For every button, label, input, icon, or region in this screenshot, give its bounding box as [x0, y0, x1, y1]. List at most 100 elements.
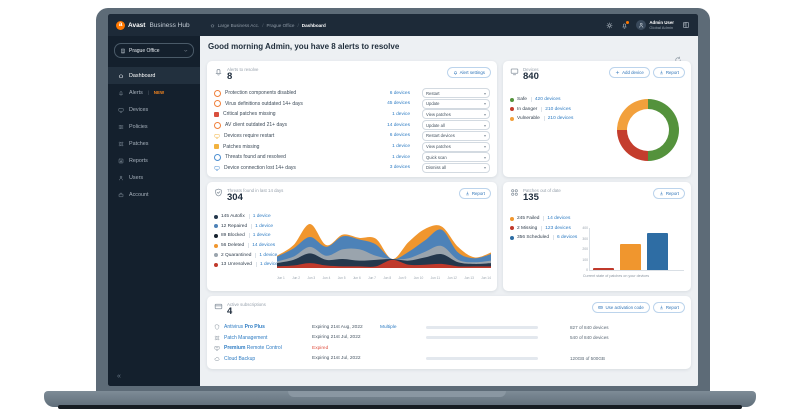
report-button[interactable]: Report	[458, 188, 491, 199]
alert-label: Critical patches missing	[223, 111, 276, 118]
card-title: Active subscriptions	[227, 302, 266, 307]
sidebar-item-policies[interactable]: Policies	[108, 118, 200, 135]
legend-devices-link[interactable]: 210 devices	[543, 116, 573, 122]
legend-devices-link[interactable]: 420 devices	[530, 97, 560, 103]
legend-devices-link[interactable]: 14 devices	[248, 243, 275, 249]
alert-devices-link[interactable]: 6 devices	[362, 91, 410, 96]
sidebar-item-patches[interactable]: Patches	[108, 135, 200, 152]
legend-devices-link[interactable]: 1 device	[255, 252, 277, 258]
subscription-name-link[interactable]: Premium Remote Control	[224, 345, 308, 351]
topbar-actions: Admin User Global Admin	[606, 20, 690, 30]
add-device-button[interactable]: Add device	[609, 67, 650, 78]
gear-icon[interactable]	[606, 22, 613, 29]
laptop-base-notch	[288, 391, 506, 397]
x-axis-label: Jun 8	[383, 276, 392, 280]
sidebar-item-label: Alerts	[129, 89, 143, 96]
bell-icon	[453, 70, 458, 75]
alert-devices-link[interactable]: 1 device	[362, 112, 410, 117]
alert-action-select[interactable]: View patches ▾	[422, 141, 490, 152]
legend-item: 356 Scheduled 6 devices	[510, 233, 577, 243]
sidebar-item-label: Reports	[129, 157, 148, 164]
legend-devices-link[interactable]: 210 devices	[541, 106, 571, 112]
legend-item: 245 Failed 14 devices	[510, 214, 577, 224]
notifications-bell-icon[interactable]	[621, 20, 630, 29]
breadcrumb-item[interactable]: Prague Office	[266, 23, 294, 28]
x-axis-label: Jun 9	[398, 276, 407, 280]
x-axis-label: Jun 11	[430, 276, 440, 280]
alert-devices-link[interactable]: 6 devices	[362, 133, 410, 138]
alert-devices-link[interactable]: 3 devices	[362, 165, 410, 170]
breadcrumb-item[interactable]: Dashboard	[302, 23, 326, 28]
user-menu[interactable]: Admin User Global Admin	[636, 20, 674, 30]
legend-item: Vulnerable 210 devices	[510, 114, 573, 124]
subscription-icon	[214, 324, 220, 330]
legend-item: 89 Blocked 1 device	[214, 231, 278, 241]
alert-action-select[interactable]: Update ▾	[422, 98, 490, 109]
bell-icon	[214, 67, 223, 76]
x-axis-label: Jun 13	[464, 276, 474, 280]
legend-dot	[510, 216, 514, 221]
subscriptions-card: Active subscriptions 4 Use activation co…	[207, 296, 691, 369]
building-icon	[120, 48, 126, 54]
sidebar-collapse-button[interactable]: «	[117, 373, 121, 380]
y-axis-tick: 200	[582, 247, 588, 251]
threats-card: Threats found in last 14 days 304 Report…	[207, 182, 497, 291]
alert-action-select[interactable]: Dismiss all ▾	[422, 162, 490, 173]
report-button[interactable]: Report	[652, 302, 685, 313]
breadcrumb-separator: /	[297, 22, 299, 28]
legend-devices-link[interactable]: 6 devices	[553, 235, 577, 241]
usage-progress-bar	[426, 336, 538, 340]
alert-row: Patches missing 1 device View patches ▾	[214, 141, 490, 152]
patches-count: 135	[523, 192, 539, 203]
sidebar-item-users[interactable]: Users	[108, 169, 200, 186]
use-activation-code-button[interactable]: Use activation code	[592, 302, 650, 313]
report-button[interactable]: Report	[652, 188, 685, 199]
chevron-down-icon	[183, 48, 189, 54]
avast-logo[interactable]: a Avast Business Hub	[116, 20, 190, 30]
sidebar-item-alerts[interactable]: Alerts | NEW	[108, 84, 200, 101]
legend-devices-link[interactable]: 14 devices	[543, 216, 570, 222]
legend-devices-link[interactable]: 1 device	[251, 223, 273, 229]
sidebar-item-dashboard[interactable]: Dashboard	[108, 67, 200, 84]
alert-status-icon	[214, 111, 219, 117]
x-axis-label: Jun 4	[322, 276, 331, 280]
report-button[interactable]: Report	[652, 67, 685, 78]
x-axis-label: Jun 10	[413, 276, 424, 280]
org-selector[interactable]: Prague Office	[114, 43, 194, 58]
alert-devices-link[interactable]: 14 devices	[362, 123, 410, 128]
app-switcher-icon[interactable]	[682, 21, 690, 29]
breadcrumb-item[interactable]: Large Business Acc.	[218, 23, 260, 28]
subscription-name-link[interactable]: Antivirus Pro Plus	[224, 324, 308, 330]
avast-logo-icon: a	[116, 20, 125, 30]
alert-settings-button[interactable]: Alert settings	[446, 67, 491, 78]
subscription-name-link[interactable]: Patch Management	[224, 335, 308, 341]
alert-devices-link[interactable]: 45 devices	[362, 101, 410, 106]
alert-action-select[interactable]: Update all ▾	[422, 120, 490, 131]
alert-action-select[interactable]: Quick scan ▾	[422, 152, 490, 163]
alert-devices-link[interactable]: 1 device	[362, 144, 410, 149]
sidebar-item-account[interactable]: Account	[108, 186, 200, 203]
alert-row: Threats found and resolved 1 device Quick …	[214, 152, 490, 163]
subscription-name-link[interactable]: Cloud Backup	[224, 356, 308, 362]
breadcrumb-separator: /	[262, 22, 264, 28]
alert-action-select[interactable]: Restart ▾	[422, 88, 490, 98]
patches-card: Patches out of date 135 Report 245 Faile…	[503, 182, 691, 291]
sidebar-item-devices[interactable]: Devices	[108, 101, 200, 118]
legend-devices-link[interactable]: 1 device	[248, 214, 271, 220]
sidebar-item-reports[interactable]: Reports	[108, 152, 200, 169]
subscription-multiple-link[interactable]: Multiple	[380, 325, 422, 330]
breadcrumb: Large Business Acc. / Prague Office / Dashbo…	[210, 23, 326, 28]
usage-progress-bar	[426, 325, 538, 329]
legend-dot	[510, 97, 514, 102]
alert-action-select[interactable]: Restart devices ▾	[422, 130, 490, 141]
subscription-row: Premium Remote Control Expired	[214, 343, 684, 354]
legend-label: In danger	[517, 106, 538, 112]
alert-devices-link[interactable]: 1 device	[362, 155, 410, 160]
legend-devices-link[interactable]: 1 device	[248, 233, 271, 239]
x-axis-label: Jun 5	[337, 276, 346, 280]
alert-action-select[interactable]: View patches ▾	[422, 109, 490, 120]
legend-label: Safe	[517, 97, 527, 103]
subscriptions-count: 4	[227, 306, 233, 317]
legend-devices-link[interactable]: 123 devices	[541, 225, 571, 231]
y-axis-tick: 300	[582, 236, 588, 241]
